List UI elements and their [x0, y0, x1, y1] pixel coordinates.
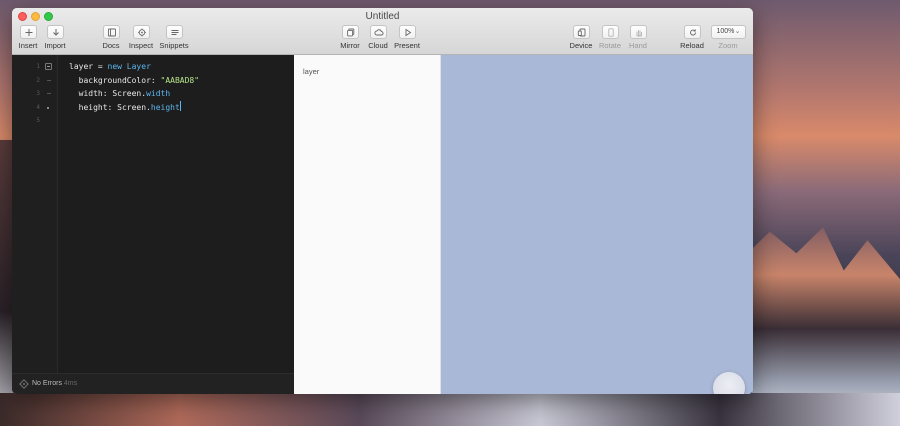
lines-icon: [171, 30, 178, 35]
zoom-value: 100%: [716, 28, 735, 35]
hand-label: Hand: [629, 41, 647, 50]
indent-marker: [47, 80, 51, 81]
code-property: width: [146, 89, 171, 98]
present-button[interactable]: Present: [387, 25, 427, 50]
hand-icon: [636, 30, 642, 37]
status-time: 4ms: [63, 380, 78, 387]
app-window: Untitled Insert Import Docs Inspect Snip…: [12, 8, 753, 394]
line-number: 5: [36, 117, 40, 124]
code-string: "AABAD8": [160, 75, 200, 85]
snippets-button[interactable]: Snippets: [154, 25, 194, 50]
crosshair-icon: [137, 28, 146, 37]
line-number: 4: [36, 104, 40, 111]
code-line: width: Screen.width: [69, 87, 199, 101]
reload-icon: [689, 29, 696, 36]
code-token: layer =: [69, 62, 108, 71]
code-line: layer = new Layer: [69, 60, 199, 74]
desktop-mountain-bottom: [0, 393, 900, 426]
text-caret: [179, 100, 181, 111]
fold-toggle-icon[interactable]: [45, 63, 52, 70]
toolbar: Untitled Insert Import Docs Inspect Snip…: [12, 8, 753, 55]
status-check-icon: [19, 379, 29, 389]
cloud-icon: [373, 29, 383, 36]
code-editor[interactable]: 1 2 3 4 5 layer = new Layer backgroundCo…: [12, 55, 294, 394]
present-label: Present: [394, 41, 420, 50]
code-token: height: Screen.: [69, 102, 151, 112]
book-icon: [107, 28, 116, 37]
line-number: 1: [36, 63, 40, 70]
touch-cursor-icon: [713, 372, 745, 394]
import-button[interactable]: Import: [35, 25, 75, 50]
code-line: height: Screen.height: [69, 100, 199, 115]
code-token: backgroundColor:: [69, 75, 161, 85]
snippets-label: Snippets: [159, 41, 189, 50]
device-icon: [577, 28, 585, 37]
line-number: 2: [36, 77, 40, 84]
code-property: height: [150, 102, 180, 112]
chevron-down-icon: ⌄: [734, 28, 741, 35]
layers-panel: layer: [294, 55, 441, 394]
code-content[interactable]: layer = new Layer backgroundColor: "AABA…: [69, 60, 199, 128]
reload-button[interactable]: Reload: [672, 25, 712, 50]
download-icon: [52, 29, 59, 36]
code-line: backgroundColor: "AABAD8": [69, 74, 199, 88]
code-token: width: Screen.: [69, 89, 147, 98]
preview-canvas[interactable]: [441, 55, 753, 394]
layer-item[interactable]: layer: [303, 67, 319, 76]
play-icon: [405, 28, 411, 37]
status-message: No Errors: [32, 380, 62, 387]
zoom-select[interactable]: 100% ⌄: [710, 25, 746, 39]
status-bar: No Errors 4ms: [12, 373, 294, 394]
line-number: 3: [36, 90, 40, 97]
indent-marker: [47, 93, 51, 94]
zoom-label: Zoom: [718, 41, 738, 50]
hand-button[interactable]: Hand: [618, 25, 658, 50]
window-title: Untitled: [365, 11, 400, 22]
status-text: No Errors 4ms: [32, 380, 77, 387]
current-line-marker: [47, 107, 49, 109]
plus-icon: [25, 29, 32, 36]
reload-label: Reload: [680, 41, 704, 50]
editor-gutter: 1 2 3 4 5: [12, 55, 58, 373]
zoom-control[interactable]: 100% ⌄ Zoom: [708, 25, 748, 50]
code-keyword: new Layer: [107, 62, 151, 71]
copy-icon: [346, 28, 354, 37]
phone-icon: [607, 28, 614, 37]
import-label: Import: [44, 41, 66, 50]
